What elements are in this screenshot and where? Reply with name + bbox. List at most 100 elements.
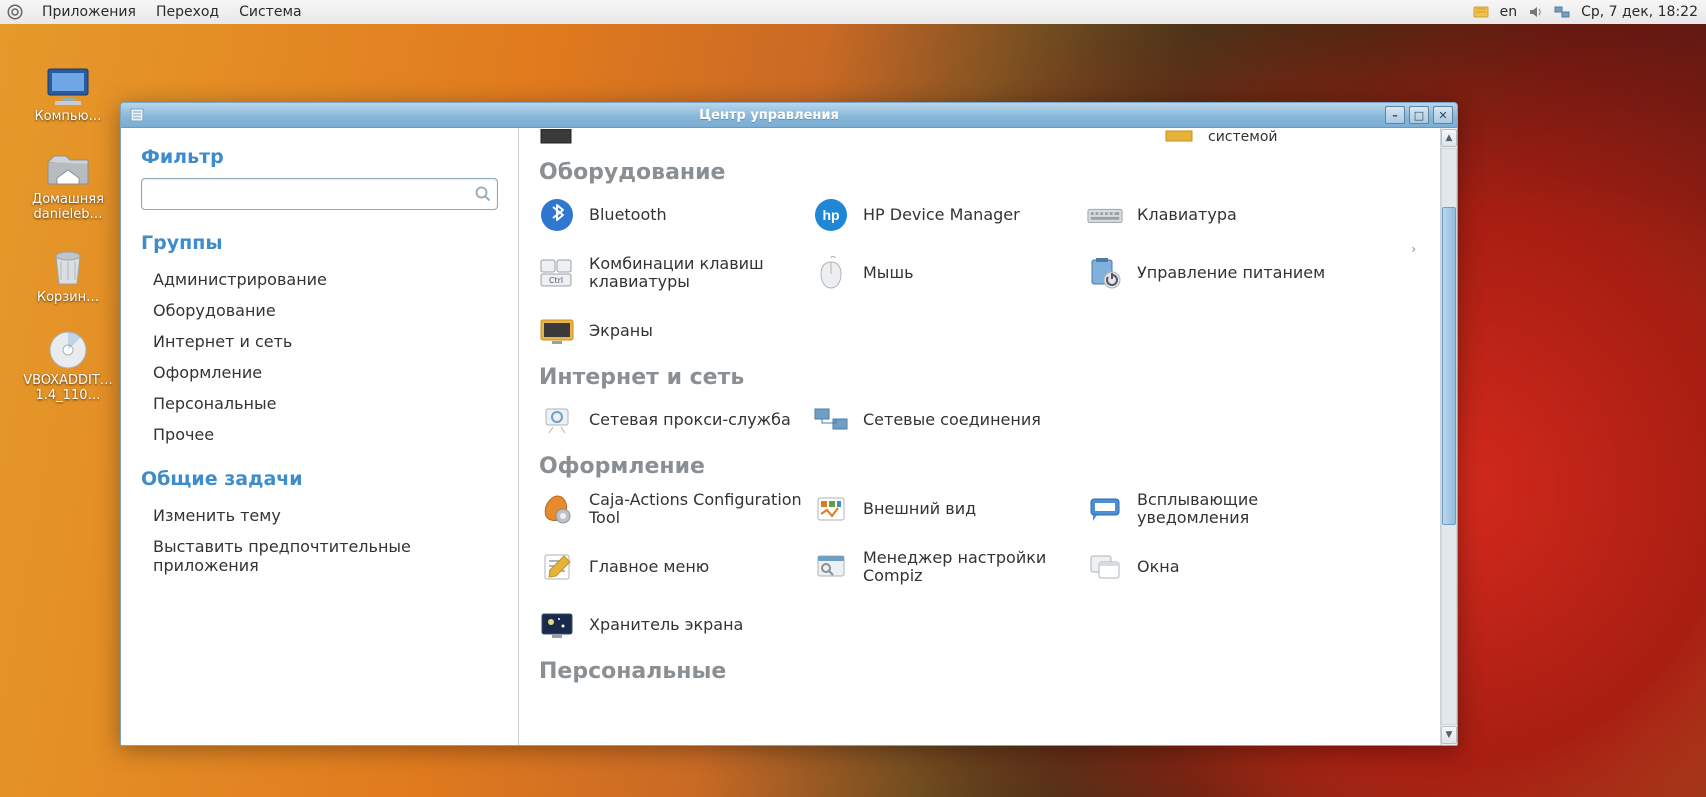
desktop[interactable]: Компью… Домашняя danieleb… Корзин… VBOXA… — [0, 24, 1706, 797]
sidebar-groups: Администрирование Оборудование Интернет … — [141, 264, 498, 450]
panel-menu-system[interactable]: Система — [229, 0, 311, 24]
sidebar-task-preferred-apps[interactable]: Выставить предпочтительные приложения — [141, 531, 498, 581]
control-center-window: Центр управления – □ ✕ Фильтр Группы — [120, 102, 1458, 746]
clock[interactable]: Ср, 7 дек, 18:22 — [1579, 4, 1700, 20]
sidebar-item-hardware[interactable]: Оборудование — [141, 295, 498, 326]
scroll-track[interactable] — [1441, 148, 1457, 725]
hp-icon: hp — [813, 197, 849, 233]
app-label: Экраны — [589, 322, 653, 340]
sidebar-task-change-theme[interactable]: Изменить тему — [141, 500, 498, 531]
computer-icon — [42, 64, 94, 108]
category-title-appearance: Оформление — [539, 454, 1430, 479]
window-titlebar[interactable]: Центр управления – □ ✕ — [121, 103, 1457, 128]
maximize-button[interactable]: □ — [1409, 106, 1429, 124]
shortcut-icon: Ctrl — [539, 255, 575, 291]
chevron-right-icon: › — [1411, 242, 1416, 256]
desktop-icon-trash[interactable]: Корзин… — [18, 245, 118, 306]
panel-menu-applications[interactable]: Приложения — [32, 0, 146, 24]
windows-icon — [1087, 549, 1123, 585]
app-label: Всплывающие уведомления — [1137, 491, 1355, 528]
sidebar-item-other[interactable]: Прочее — [141, 419, 498, 450]
mouse-icon — [813, 255, 849, 291]
app-main-menu[interactable]: Главное меню — [539, 547, 807, 587]
network-connections-icon — [813, 402, 849, 438]
volume-icon[interactable] — [1527, 3, 1545, 21]
desktop-icon-label: Корзин… — [37, 291, 99, 306]
desktop-icons: Компью… Домашняя danieleb… Корзин… VBOXA… — [18, 64, 118, 404]
app-network-proxy[interactable]: Сетевая прокси-служба — [539, 400, 807, 440]
sidebar-item-internet[interactable]: Интернет и сеть — [141, 326, 498, 357]
sidebar-tasks: Изменить тему Выставить предпочтительные… — [141, 500, 498, 581]
app-label: Сетевые соединения — [863, 411, 1041, 429]
power-icon — [1087, 255, 1123, 291]
screensaver-icon — [539, 607, 575, 643]
close-button[interactable]: ✕ — [1433, 106, 1453, 124]
app-network-connections[interactable]: Сетевые соединения — [813, 400, 1081, 440]
app-label: HP Device Manager — [863, 206, 1020, 224]
window-buttons: – □ ✕ — [1385, 106, 1457, 124]
svg-text:Ctrl: Ctrl — [549, 276, 563, 285]
updates-icon[interactable] — [1472, 3, 1490, 21]
app-label: Окна — [1137, 558, 1180, 576]
partial-previous-row: системой — [539, 128, 1430, 146]
network-icon[interactable] — [1553, 3, 1571, 21]
app-bluetooth[interactable]: Bluetooth — [539, 195, 807, 235]
sidebar-filter-heading: Фильтр — [141, 146, 498, 168]
app-caja-actions[interactable]: Caja-Actions Configuration Tool — [539, 489, 807, 529]
window-title: Центр управления — [153, 108, 1385, 123]
scroll-down-button[interactable]: ▼ — [1441, 726, 1457, 744]
desktop-icon-computer[interactable]: Компью… — [18, 64, 118, 125]
desktop-icon-label: Домашняя danieleb… — [32, 193, 104, 223]
trash-icon — [42, 245, 94, 289]
disc-icon — [42, 328, 94, 372]
keyboard-layout-indicator[interactable]: en — [1498, 4, 1520, 20]
desktop-icon-disc[interactable]: VBOXADDIT… 1.4_110… — [18, 328, 118, 404]
app-label: Мышь — [863, 264, 914, 282]
app-label: Хранитель экрана — [589, 616, 743, 634]
compiz-icon — [813, 549, 849, 585]
menu-editor-icon — [539, 549, 575, 585]
filter-search-field[interactable] — [141, 178, 498, 210]
app-notifications[interactable]: Всплывающие уведомления — [1087, 489, 1355, 529]
panel-menu-places[interactable]: Переход — [146, 0, 229, 24]
app-label: Сетевая прокси-служба — [589, 411, 791, 429]
caja-icon — [539, 491, 575, 527]
distro-logo-icon[interactable] — [4, 1, 26, 23]
app-label: Bluetooth — [589, 206, 667, 224]
category-title-personal: Персональные — [539, 659, 1430, 684]
app-screensaver[interactable]: Хранитель экрана — [539, 605, 807, 645]
sidebar: Фильтр Группы Администрирование Оборудов… — [121, 128, 519, 745]
app-keyboard[interactable]: Клавиатура — [1087, 195, 1355, 235]
desktop-icon-home[interactable]: Домашняя danieleb… — [18, 147, 118, 223]
partial-item-label: системой — [1208, 129, 1278, 145]
category-grid-appearance: Caja-Actions Configuration Tool Внешний … — [539, 489, 1430, 645]
app-compiz[interactable]: Менеджер настройки Compiz — [813, 547, 1081, 587]
app-windows[interactable]: Окна — [1087, 547, 1355, 587]
sidebar-item-administration[interactable]: Администрирование — [141, 264, 498, 295]
app-label: Управление питанием — [1137, 264, 1325, 282]
system-tray: en Ср, 7 дек, 18:22 — [1472, 3, 1706, 21]
app-label: Главное меню — [589, 558, 709, 576]
sidebar-item-appearance[interactable]: Оформление — [141, 357, 498, 388]
app-hp-device-manager[interactable]: hp HP Device Manager — [813, 195, 1081, 235]
search-input[interactable] — [142, 179, 469, 209]
app-label: Внешний вид — [863, 500, 976, 518]
notification-icon — [1087, 491, 1123, 527]
content-area: › системой Оборудование — [519, 128, 1440, 745]
app-label: Менеджер настройки Compiz — [863, 549, 1081, 586]
app-mouse[interactable]: Мышь — [813, 253, 1081, 293]
category-title-hardware: Оборудование — [539, 160, 1430, 185]
sidebar-item-personal[interactable]: Персональные — [141, 388, 498, 419]
app-displays[interactable]: Экраны — [539, 311, 807, 351]
scroll-thumb[interactable] — [1442, 207, 1456, 525]
app-keyboard-shortcuts[interactable]: Ctrl Комбинации клавиш клавиатуры — [539, 253, 807, 293]
vertical-scrollbar[interactable]: ▲ ▼ — [1440, 128, 1457, 745]
app-appearance[interactable]: Внешний вид — [813, 489, 1081, 529]
minimize-button[interactable]: – — [1385, 106, 1405, 124]
category-grid-hardware: Bluetooth hp HP Device Manager Клавиатур… — [539, 195, 1430, 351]
app-power-management[interactable]: Управление питанием — [1087, 253, 1355, 293]
scroll-up-button[interactable]: ▲ — [1441, 129, 1457, 147]
search-icon — [469, 185, 497, 203]
displays-icon — [539, 313, 575, 349]
app-label: Клавиатура — [1137, 206, 1237, 224]
